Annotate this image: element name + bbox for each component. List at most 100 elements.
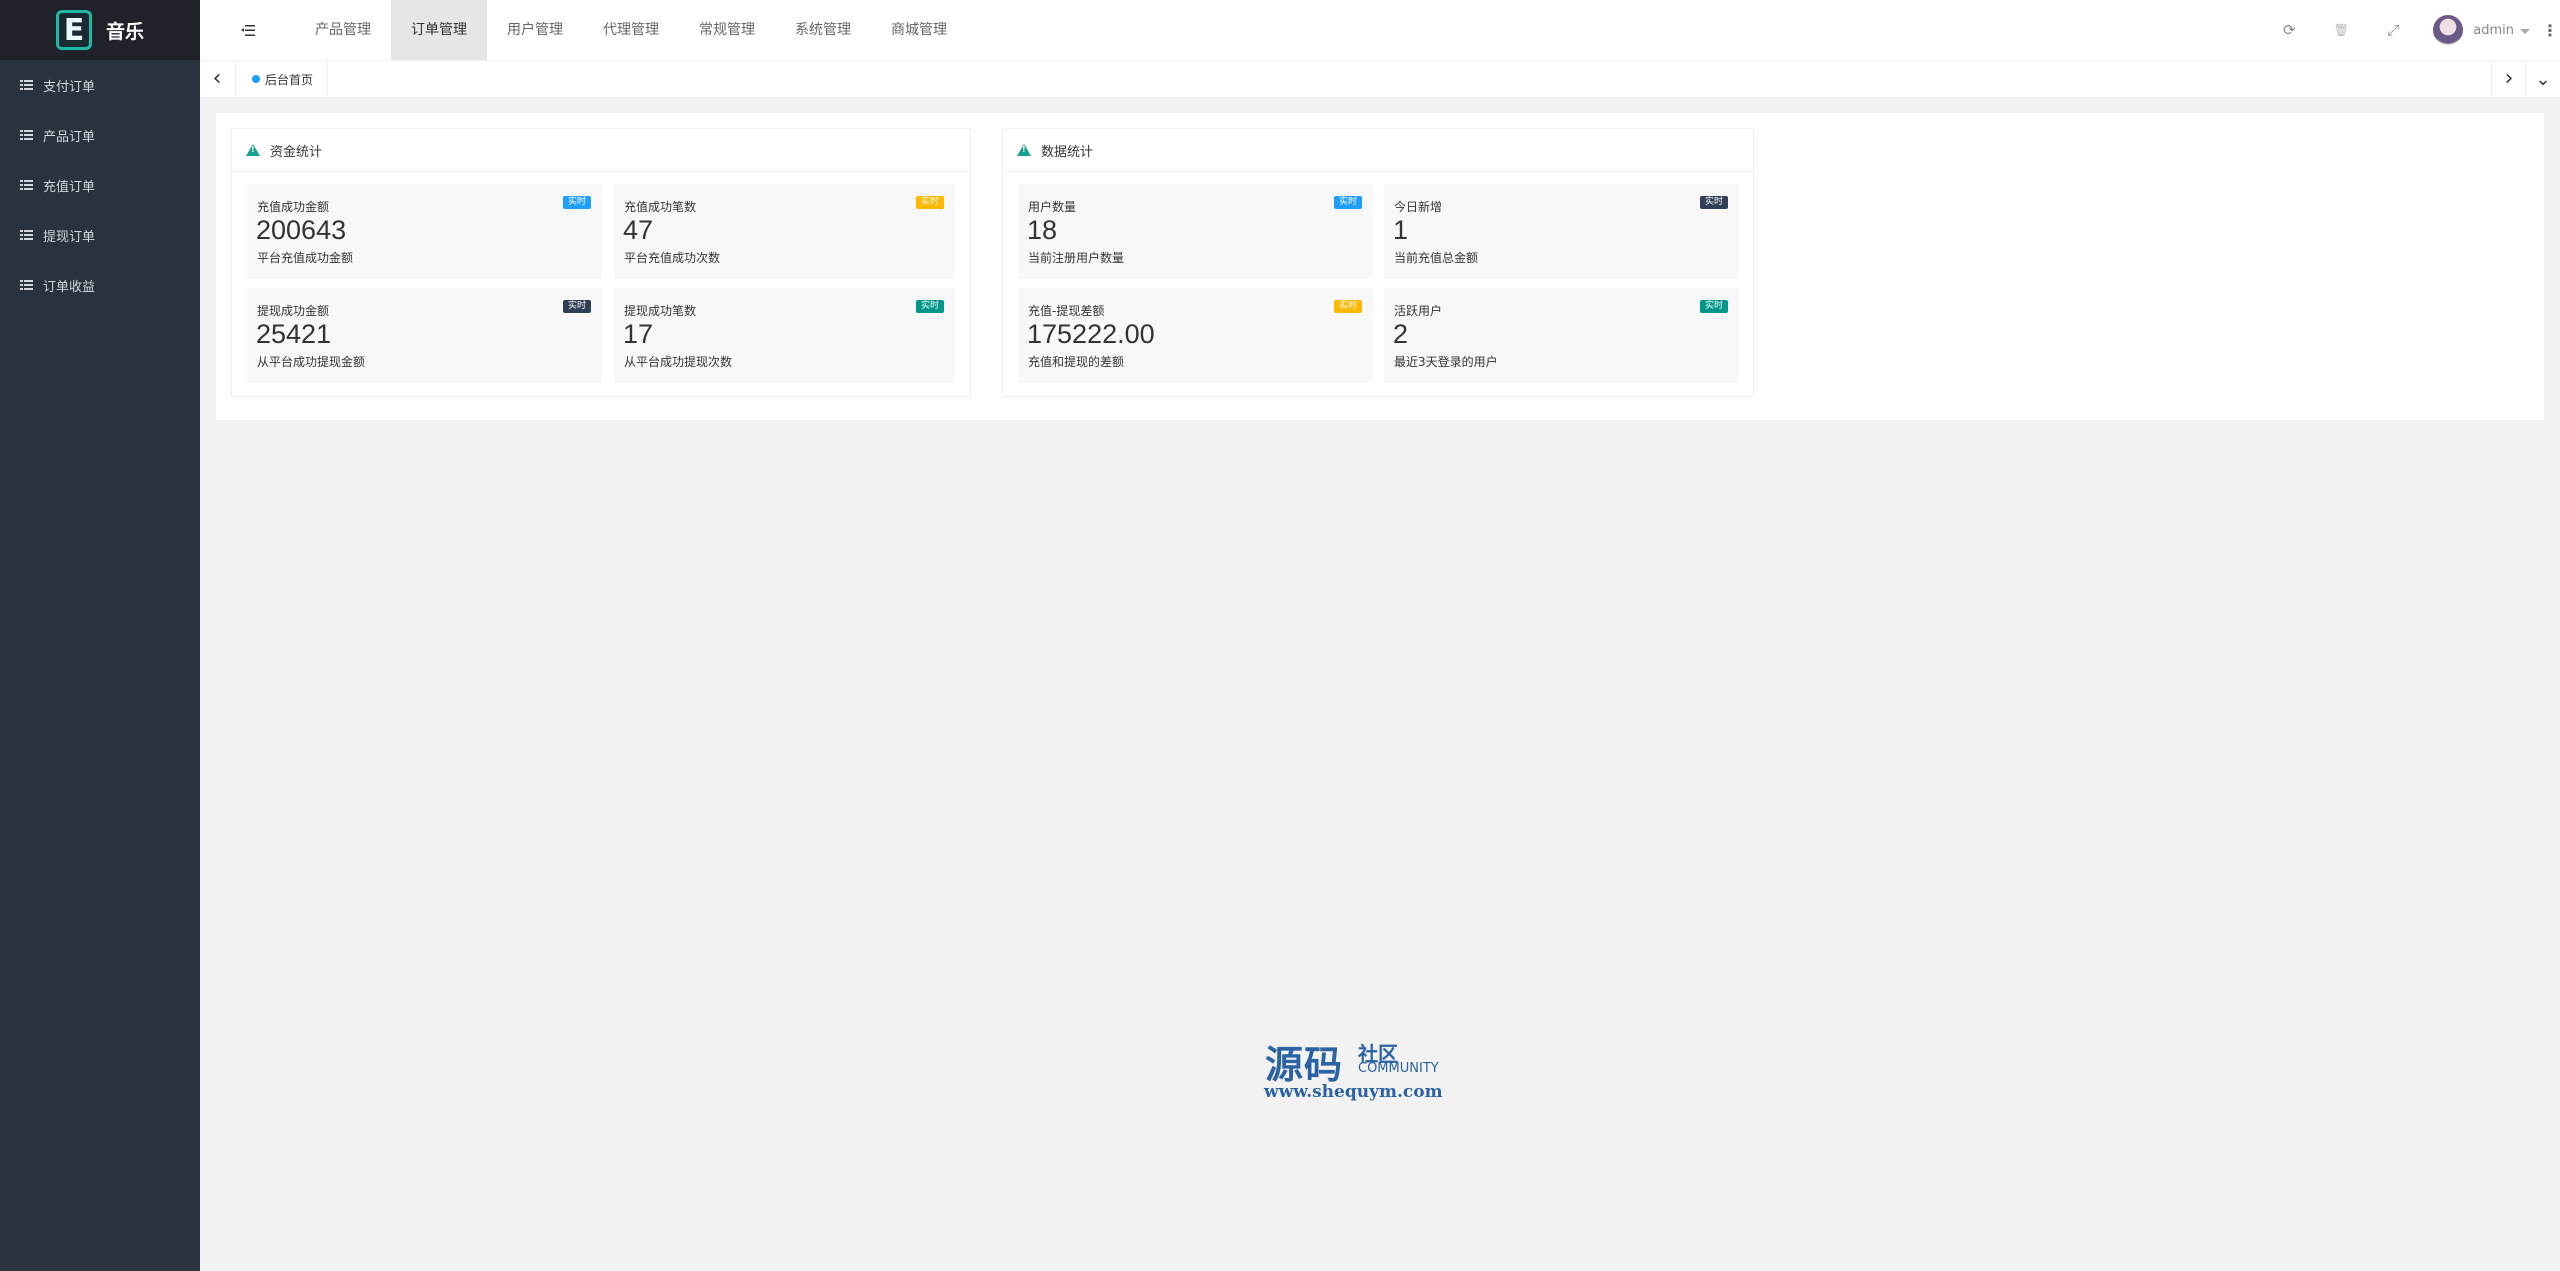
watermark-community: COMMUNITY — [1358, 1061, 1439, 1076]
logo[interactable]: E 音乐 — [0, 0, 200, 60]
stat-value: 47 — [623, 215, 654, 245]
stat-card: 提现成功笔数 实时 17 从平台成功提现次数 — [614, 288, 955, 383]
sidebar: E 音乐 支付订单 产品订单 充值订单 提现订单 订单收益 — [0, 0, 200, 1271]
tab-mall-management[interactable]: 商城管理 — [871, 0, 967, 60]
sidebar-item-label: 充值订单 — [43, 179, 96, 195]
stat-value: 2 — [1393, 319, 1409, 349]
fullscreen-button[interactable]: ⤢ — [2367, 0, 2419, 60]
stat-card: 提现成功金额 实时 25421 从平台成功提现金额 — [247, 288, 602, 383]
app-title: 音乐 — [105, 20, 144, 43]
tabs-next-button[interactable]: › — [2491, 61, 2526, 97]
sidebar-toggle-button[interactable] — [236, 18, 260, 42]
more-button[interactable]: ⋮ — [2540, 0, 2560, 60]
fullscreen-icon: ⤢ — [2387, 21, 2400, 39]
realtime-badge: 实时 — [562, 300, 591, 313]
tab-home[interactable]: 后台首页 — [235, 61, 329, 97]
active-dot-icon — [252, 75, 260, 83]
stat-value: 175222.00 — [1027, 319, 1155, 349]
stat-label: 充值成功金额 — [257, 200, 330, 214]
watermark-logo: 源码 社区 COMMUNITY www.shequym.com — [1262, 1034, 1462, 1104]
panel-title: 数据统计 — [1041, 144, 1094, 160]
stat-value: 1 — [1393, 215, 1409, 245]
tab-user-management[interactable]: 用户管理 — [487, 0, 583, 60]
stat-label: 用户数量 — [1028, 200, 1077, 214]
sidebar-item-label: 提现订单 — [43, 229, 96, 245]
sidebar-item-label: 产品订单 — [43, 129, 96, 145]
realtime-badge: 实时 — [1699, 300, 1728, 313]
stat-label: 提现成功笔数 — [624, 304, 697, 318]
watermark-title: 源码 — [1265, 1043, 1344, 1087]
realtime-badge: 实时 — [1699, 196, 1728, 209]
stat-desc: 当前注册用户数量 — [1028, 251, 1125, 265]
realtime-badge: 实时 — [1333, 300, 1362, 313]
stat-desc: 从平台成功提现金额 — [257, 355, 366, 369]
side-menu: 支付订单 产品订单 充值订单 提现订单 订单收益 — [0, 60, 200, 310]
realtime-badge: 实时 — [562, 196, 591, 209]
stat-card: 充值成功金额 实时 200643 平台充值成功金额 — [247, 184, 602, 279]
sidebar-item-product-orders[interactable]: 产品订单 — [0, 110, 200, 160]
sidebar-item-withdraw-orders[interactable]: 提现订单 — [0, 210, 200, 260]
tab-home-label: 后台首页 — [265, 72, 314, 87]
tab-order-management[interactable]: 订单管理 — [391, 0, 487, 60]
chevron-left-icon: ‹ — [212, 66, 222, 91]
list-icon — [20, 80, 33, 90]
trash-icon: 🗑 — [2333, 23, 2349, 37]
stat-value: 18 — [1027, 215, 1058, 245]
indent-icon — [241, 24, 255, 36]
stat-desc: 从平台成功提现次数 — [624, 355, 733, 369]
watermark-url: www.shequym.com — [1264, 1082, 1443, 1102]
stat-label: 充值-提现差额 — [1028, 304, 1105, 318]
stat-value: 17 — [623, 319, 654, 349]
panel-title: 资金统计 — [270, 144, 323, 160]
stat-card: 今日新增 实时 1 当前充值总金额 — [1384, 184, 1739, 279]
header-tools: ⟳ 🗑 ⤢ admin ⋮ — [2263, 0, 2560, 60]
tab-agent-management[interactable]: 代理管理 — [583, 0, 679, 60]
tabs-prev-button[interactable]: ‹ — [200, 61, 234, 97]
avatar — [2433, 15, 2464, 45]
refresh-button[interactable]: ⟳ — [2263, 0, 2315, 60]
more-vertical-icon: ⋮ — [2542, 20, 2558, 40]
user-name: admin — [2473, 22, 2514, 38]
top-nav: 产品管理 订单管理 用户管理 代理管理 常规管理 系统管理 商城管理 — [295, 0, 967, 60]
stat-card: 充值成功笔数 实时 47 平台充值成功次数 — [614, 184, 955, 279]
stat-label: 充值成功笔数 — [624, 200, 697, 214]
panel-header: 资金统计 — [232, 129, 970, 172]
tabs-dropdown-button[interactable]: ⌄ — [2525, 61, 2560, 97]
stat-card: 用户数量 实时 18 当前注册用户数量 — [1018, 184, 1373, 279]
stat-desc: 最近3天登录的用户 — [1394, 355, 1498, 369]
refresh-icon: ⟳ — [2282, 21, 2296, 39]
list-icon — [20, 280, 33, 290]
warning-icon — [246, 144, 260, 156]
realtime-badge: 实时 — [915, 300, 944, 313]
stat-value: 200643 — [256, 215, 347, 245]
tab-system-management[interactable]: 系统管理 — [775, 0, 871, 60]
tab-product-management[interactable]: 产品管理 — [295, 0, 391, 60]
stat-label: 提现成功金额 — [257, 304, 330, 318]
caret-down-icon — [2520, 28, 2530, 34]
stat-card: 活跃用户 实时 2 最近3天登录的用户 — [1384, 288, 1739, 383]
stat-desc: 平台充值成功金额 — [257, 251, 354, 265]
stats-grid: 用户数量 实时 18 当前注册用户数量 今日新增 实时 1 当前充值总金额 充值… — [1018, 184, 1739, 383]
list-icon — [20, 230, 33, 240]
tab-general-management[interactable]: 常规管理 — [679, 0, 775, 60]
realtime-badge: 实时 — [1333, 196, 1362, 209]
clear-cache-button[interactable]: 🗑 — [2315, 0, 2367, 60]
realtime-badge: 实时 — [915, 196, 944, 209]
list-icon — [20, 130, 33, 140]
stat-desc: 当前充值总金额 — [1394, 251, 1479, 265]
stat-desc: 平台充值成功次数 — [624, 251, 721, 265]
sidebar-item-label: 支付订单 — [43, 79, 96, 95]
sidebar-item-order-income[interactable]: 订单收益 — [0, 260, 200, 310]
list-icon — [20, 180, 33, 190]
stat-label: 活跃用户 — [1394, 304, 1443, 318]
stat-value: 25421 — [256, 319, 332, 349]
user-menu[interactable]: admin — [2419, 0, 2540, 60]
data-stats-panel: 数据统计 用户数量 实时 18 当前注册用户数量 今日新增 实时 1 当前充值总… — [1002, 128, 1754, 397]
stats-grid: 充值成功金额 实时 200643 平台充值成功金额 充值成功笔数 实时 47 平… — [247, 184, 955, 383]
funds-stats-panel: 资金统计 充值成功金额 实时 200643 平台充值成功金额 充值成功笔数 实时… — [231, 128, 971, 397]
sidebar-item-payment-orders[interactable]: 支付订单 — [0, 60, 200, 110]
warning-icon — [1017, 144, 1031, 156]
stat-label: 今日新增 — [1394, 200, 1443, 214]
page-tabs-bar: ‹ 后台首页 › ⌄ — [200, 61, 2560, 98]
sidebar-item-recharge-orders[interactable]: 充值订单 — [0, 160, 200, 210]
